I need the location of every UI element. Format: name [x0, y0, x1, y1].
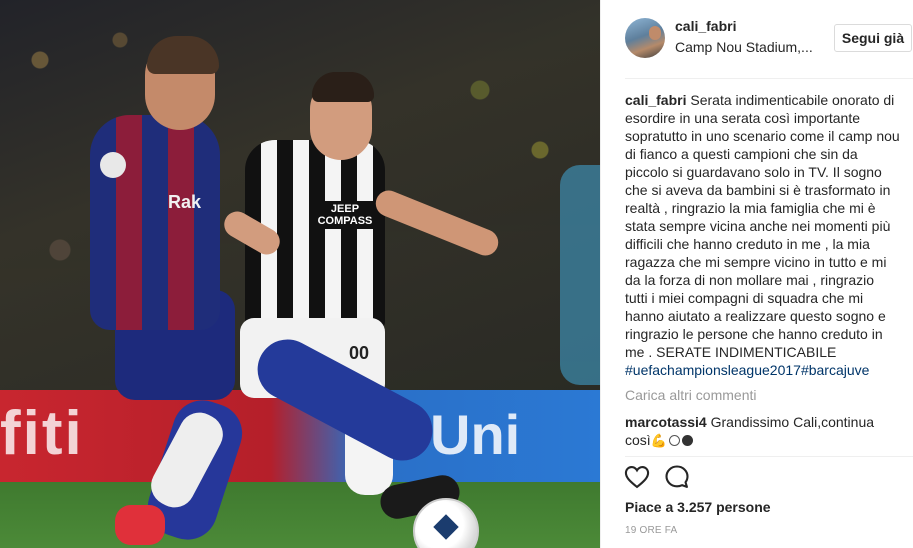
board-text-right: Uni	[430, 403, 521, 466]
load-more-comments-link[interactable]: Carica altri commenti	[625, 387, 756, 403]
hashtag-link[interactable]: #uefachampionsleague2017	[625, 362, 801, 378]
player1-badge	[100, 152, 126, 178]
player2-number: 00	[349, 343, 370, 363]
avatar[interactable]	[625, 18, 665, 58]
player1-sponsor: Rak	[168, 192, 202, 212]
player2-hair-top	[312, 72, 374, 102]
post-timestamp: 19 ORE FA	[625, 525, 678, 536]
comment-icon[interactable]	[663, 463, 691, 491]
white-circle-emoji	[668, 435, 680, 446]
black-circle-emoji	[681, 435, 693, 446]
comment-item: marcotassi4 Grandissimo Cali,continua co…	[625, 413, 900, 450]
post-caption: cali_fabri Serata indimenticabile onorat…	[625, 91, 900, 379]
flexed-biceps-emoji: 💪	[650, 433, 667, 448]
pitch	[0, 482, 600, 548]
background-player	[560, 165, 600, 385]
heart-icon[interactable]	[623, 463, 651, 491]
board-text-left: fiti	[0, 399, 84, 468]
player2-sponsor: JEEP COMPASS	[315, 201, 375, 229]
caption-text: Serata indimenticabile onorato di esordi…	[625, 92, 900, 360]
avatar-face	[649, 26, 661, 40]
header-divider	[625, 78, 913, 79]
comment-author-link[interactable]: marcotassi4	[625, 414, 707, 430]
username-link[interactable]: cali_fabri	[675, 18, 736, 34]
likes-count[interactable]: Piace a 3.257 persone	[625, 499, 771, 515]
hashtag-link[interactable]: #barcajuve	[801, 362, 870, 378]
player1-shirt	[90, 115, 220, 330]
post-side-panel: cali_fabri Camp Nou Stadium,... Segui gi…	[600, 0, 913, 548]
location-link[interactable]: Camp Nou Stadium,...	[675, 39, 813, 55]
actions-divider	[625, 456, 913, 457]
post-header: cali_fabri Camp Nou Stadium,... Segui gi…	[601, 0, 913, 78]
caption-author-link[interactable]: cali_fabri	[625, 92, 686, 108]
player1-boot-back	[115, 505, 165, 545]
post-photo[interactable]: fiti Uni JEEP COMPASS 00 Rak	[0, 0, 600, 548]
following-button[interactable]: Segui già	[834, 24, 912, 52]
